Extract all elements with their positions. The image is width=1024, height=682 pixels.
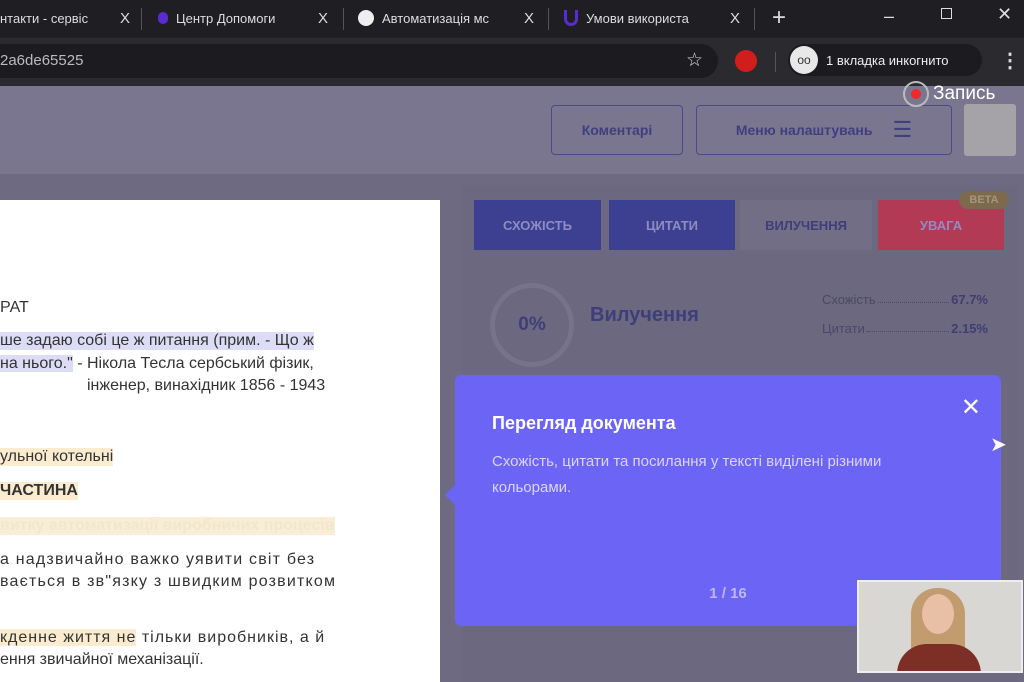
globe-icon: [358, 10, 374, 26]
doc-line-similarity-highlight: витку автоматизації виробничих процесів: [0, 517, 335, 535]
tab-title: Центр Допомоги: [176, 10, 276, 26]
percent-ring: 0%: [490, 283, 574, 367]
stat-quotes: Цитати 2.15%: [822, 321, 988, 336]
incognito-indicator[interactable]: oo 1 вкладка инкогнито: [788, 44, 982, 76]
user-avatar[interactable]: [964, 104, 1016, 156]
beta-badge: BETA: [959, 191, 1009, 209]
tab-divider: [754, 8, 755, 30]
tab-divider: [343, 8, 344, 30]
tab-close-icon[interactable]: X: [120, 10, 130, 27]
unicheck-icon: [564, 10, 578, 26]
browser-menu-icon[interactable]: ⋮: [1000, 48, 1020, 73]
popover-description: Схожість, цитати та посилання у тексті в…: [492, 453, 882, 496]
recording-indicator: Запись: [903, 81, 995, 107]
doc-line-quote-highlight: ше задаю собі це ж питання (прим. - Що ж: [0, 332, 314, 350]
comments-button[interactable]: Коментарі: [551, 105, 683, 155]
doc-heading: ЧАСТИНА: [0, 482, 78, 500]
tab-quotes[interactable]: ЦИТАТИ: [609, 200, 735, 250]
extension-stop-icon[interactable]: [735, 50, 757, 72]
comments-label: Коментарі: [581, 122, 653, 138]
document-viewer: РАТ ше задаю собі це ж питання (прим. - …: [0, 200, 440, 682]
doc-line: - Нікола Тесла сербський фізик,: [72, 355, 314, 372]
tab-close-icon[interactable]: X: [730, 10, 740, 27]
mouse-cursor-icon: ➤: [990, 434, 1007, 456]
doc-line-quote-highlight: на нього.": [0, 355, 73, 372]
doc-line: ення звичайної механізації.: [0, 651, 204, 668]
unicheck-icon: [158, 12, 168, 24]
new-tab-button[interactable]: +: [772, 4, 786, 32]
browser-tab[interactable]: Автоматизація мс X: [358, 0, 534, 36]
browser-tab[interactable]: Центр Допомоги X: [158, 0, 328, 36]
browser-tab[interactable]: нтакти - сервіс X: [0, 0, 130, 36]
record-icon: [903, 81, 929, 107]
doc-line: вається в зв"язку з швидким розвитком: [0, 573, 337, 590]
app-header: Коментарі Меню налаштувань ☰: [0, 86, 1024, 174]
incognito-label: 1 вкладка инкогнито: [826, 52, 949, 68]
stat-label: Схожість: [822, 292, 876, 307]
doc-line-similarity-highlight: ульної котельні: [0, 448, 114, 466]
tab-divider: [548, 8, 549, 30]
tab-exclusions[interactable]: ВИЛУЧЕННЯ: [740, 200, 872, 250]
stat-label: Цитати: [822, 321, 865, 336]
tab-title: Умови використа: [586, 10, 689, 26]
doc-line: а надзвичайно важко уявити світ без: [0, 551, 316, 568]
doc-line: тільки виробників, а й: [136, 629, 326, 646]
recording-label: Запись: [933, 83, 996, 104]
doc-line: РАТ: [0, 299, 29, 316]
url-text: 2a6de65525: [0, 52, 84, 69]
settings-menu-label: Меню налаштувань: [735, 122, 873, 138]
browser-toolbar: 2a6de65525 ☆ oo 1 вкладка инкогнито ⋮: [0, 38, 1024, 86]
browser-tab-bar: нтакти - сервіс X Центр Допомоги X Автомат…: [0, 0, 1024, 38]
tab-close-icon[interactable]: X: [524, 10, 534, 27]
popover-title: Перегляд документа: [492, 413, 676, 433]
bookmark-star-icon[interactable]: ☆: [686, 44, 703, 78]
browser-tab[interactable]: Умови використа X: [564, 0, 740, 36]
close-icon[interactable]: ✕: [961, 393, 981, 422]
tab-similarity[interactable]: СХОЖІСТЬ: [474, 200, 601, 250]
tab-close-icon[interactable]: X: [318, 10, 328, 27]
stat-value: 2.15%: [951, 321, 988, 336]
restore-icon[interactable]: [941, 8, 952, 19]
settings-menu-button[interactable]: Меню налаштувань ☰: [696, 105, 952, 155]
section-title: Вилучення: [590, 304, 699, 326]
minimize-icon[interactable]: –: [884, 6, 894, 27]
tab-divider: [141, 8, 142, 30]
doc-line-similarity-highlight: кденне життя не: [0, 629, 137, 646]
hamburger-icon: ☰: [892, 117, 913, 142]
doc-line: інженер, винахідник 1856 - 1943: [87, 377, 326, 394]
tab-title: Автоматизація мс: [382, 10, 490, 26]
stat-value: 67.7%: [951, 292, 988, 307]
address-bar[interactable]: 2a6de65525 ☆: [0, 44, 718, 78]
close-window-icon[interactable]: ✕: [997, 4, 1012, 25]
webcam-overlay: [857, 580, 1023, 673]
toolbar-divider: [775, 52, 776, 72]
stat-similarity: Схожість 67.7%: [822, 292, 988, 307]
incognito-icon: oo: [790, 46, 818, 74]
tab-title: нтакти - сервіс: [0, 10, 89, 26]
